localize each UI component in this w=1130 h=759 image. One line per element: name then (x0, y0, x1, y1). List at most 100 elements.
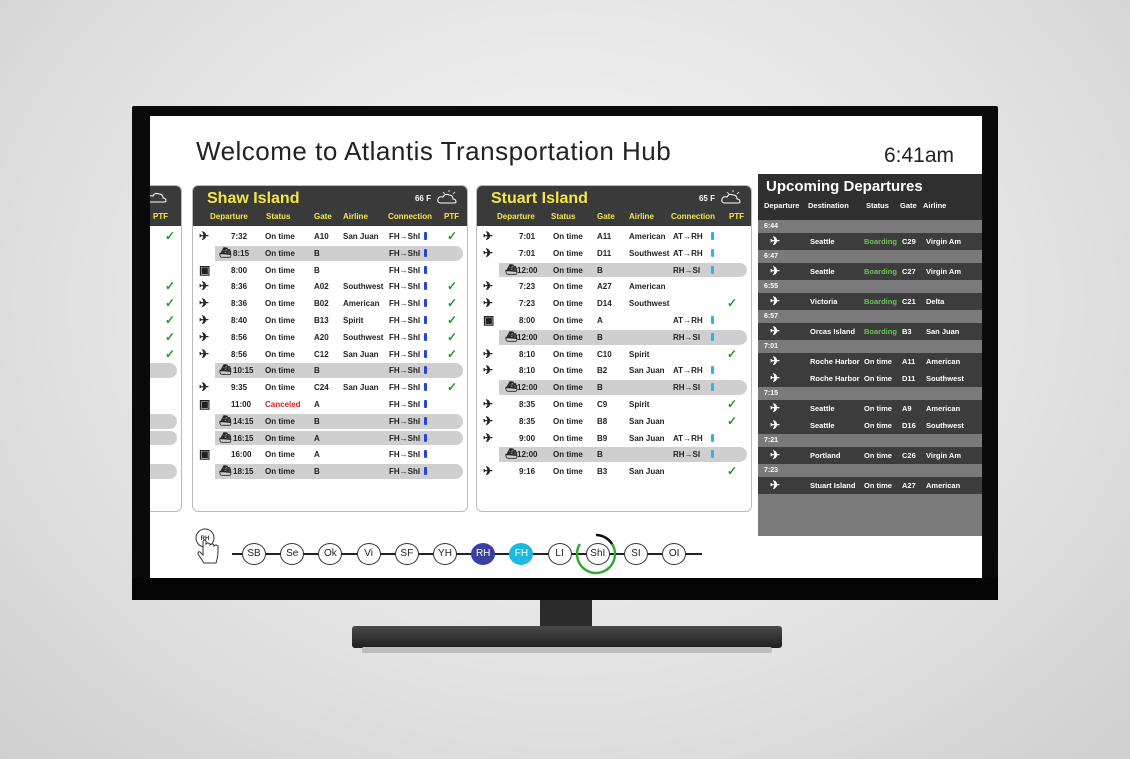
table-row[interactable]: ✈ 8:10 On time B2 San Juan AT→RH (477, 362, 751, 379)
route-stop-sb[interactable]: SB (242, 543, 266, 565)
route-stop-rh[interactable]: RH (471, 543, 496, 565)
status-text: On time (553, 399, 583, 409)
departure-time-group: 6:57 (758, 310, 982, 323)
plane-icon: ✈ (770, 401, 781, 415)
touch-hand-icon[interactable]: RH (194, 527, 222, 567)
connection-indicator (424, 416, 427, 425)
table-row: ✓ (150, 295, 181, 312)
ferry-icon: ⛴ (505, 449, 518, 461)
table-row[interactable]: ✈ 8:40 On time B13 Spirit FH→ShI ✓ (193, 312, 467, 329)
table-row[interactable]: ✈ 9:16 On time B3 San Juan ✓ (477, 463, 751, 480)
departure-time: 18:15 (233, 467, 254, 477)
table-row[interactable]: ⛴ 16:15 On time A FH→ShI (193, 430, 467, 447)
table-row[interactable]: ✈ 8:56 On time A20 Southwest FH→ShI ✓ (193, 329, 467, 346)
table-row[interactable]: ✈ 8:10 On time C10 Spirit ✓ (477, 346, 751, 363)
departure-row[interactable]: ✈ Seattle Boarding C29 Virgin Am (758, 233, 982, 250)
route-stop-vi[interactable]: Vi (356, 543, 381, 565)
table-row[interactable]: ✈ 7:23 On time A27 American (477, 278, 751, 295)
route-stop-si[interactable]: SI (624, 543, 648, 565)
departure-time: 8:35 (519, 399, 536, 409)
departure-row[interactable]: ✈ Roche Harbor On time D11 Southwest (758, 370, 982, 387)
plane-icon: ✈ (199, 279, 210, 294)
departure-row[interactable]: ✈ Stuart Island On time A27 American (758, 477, 982, 494)
departure-row[interactable]: ✈ Seattle On time D16 Southwest (758, 417, 982, 434)
status-text: Boarding (864, 297, 897, 306)
connection-text: FH→ShI (389, 332, 421, 342)
table-row[interactable]: ✈ 8:35 On time B8 San Juan ✓ (477, 413, 751, 430)
table-row[interactable]: ▣ 16:00 On time A FH→ShI (193, 446, 467, 463)
connection-text: FH→ShI (389, 265, 421, 275)
route-stop-yh[interactable]: YH (433, 543, 457, 565)
connection-indicator (711, 265, 714, 274)
table-row[interactable]: ⛴ 12:00 On time B RH→SI (477, 329, 751, 346)
ptf-check-icon: ✓ (447, 312, 458, 327)
ferry-row-band (150, 413, 177, 429)
departure-row[interactable]: ✈ Orcas Island Boarding B3 San Juan (758, 323, 982, 340)
table-row[interactable]: ✈ 7:01 On time A11 American AT→RH (477, 228, 751, 245)
table-row[interactable]: ⛴ 10:15 On time B FH→ShI (193, 362, 467, 379)
plane-icon: ✈ (483, 396, 494, 411)
table-row[interactable]: ✈ 7:32 On time A10 San Juan FH→ShI ✓ (193, 228, 467, 245)
table-row (150, 446, 181, 463)
route-stop-sf[interactable]: SF (394, 543, 419, 565)
table-row[interactable]: ▣ 8:00 On time B FH→ShI (193, 262, 467, 279)
departure-row[interactable]: ✈ Victoria Boarding C21 Delta (758, 293, 982, 310)
departure-row[interactable]: ✈ Portland On time C26 Virgin Am (758, 447, 982, 464)
table-row[interactable]: ✈ 9:00 On time B9 San Juan AT→RH (477, 430, 751, 447)
table-row[interactable]: ✈ 8:56 On time C12 San Juan FH→ShI ✓ (193, 346, 467, 363)
gate-text: B (597, 450, 603, 460)
table-row[interactable]: ⛴ 14:15 On time B FH→ShI (193, 413, 467, 430)
airline-text: Spirit (629, 349, 650, 359)
stuart-card-title: Stuart Island (491, 190, 588, 207)
route-stop-li[interactable]: LI (547, 543, 572, 565)
gate-text: D16 (902, 421, 916, 430)
upcoming-title: Upcoming Departures (766, 178, 923, 195)
route-stop-se[interactable]: Se (280, 543, 305, 565)
table-row[interactable]: ✈ 8:36 On time A02 Southwest FH→ShI ✓ (193, 278, 467, 295)
col-departure: Departure (497, 212, 535, 221)
table-row[interactable]: ✈ 8:36 On time B02 American FH→ShI ✓ (193, 295, 467, 312)
table-row[interactable]: ✈ 9:35 On time C24 San Juan FH→ShI ✓ (193, 379, 467, 396)
route-stop-fh[interactable]: FH (509, 543, 534, 565)
table-row[interactable]: ⛴ 18:15 On time B FH→ShI (193, 463, 467, 480)
status-text: On time (553, 349, 583, 359)
table-row[interactable]: ⛴ 8:15 On time B FH→ShI (193, 245, 467, 262)
table-row[interactable]: ⛴ 12:00 On time B RH→SI (477, 379, 751, 396)
col-gate: Gate (314, 212, 332, 221)
route-stop-ok[interactable]: Ok (318, 543, 343, 565)
departure-time: 8:56 (231, 349, 248, 359)
table-row: ✓ (150, 278, 181, 295)
airline-text: Virgin Am (926, 237, 962, 246)
connection-text: FH→ShI (389, 450, 421, 460)
connection-indicator (711, 232, 714, 240)
departure-row[interactable]: ✈ Roche Harbor On time A11 American (758, 353, 982, 370)
status-text: On time (265, 416, 295, 426)
departure-row[interactable]: ✈ Seattle On time A9 American (758, 400, 982, 417)
route-stop-oi[interactable]: OI (662, 543, 687, 565)
table-row (150, 245, 181, 262)
table-row[interactable]: ✈ 7:01 On time D11 Southwest AT→RH (477, 245, 751, 262)
connection-indicator (424, 349, 427, 358)
airline-text: San Juan (926, 327, 960, 336)
connection-text: FH→ShI (389, 399, 421, 409)
table-row[interactable]: ✈ 7:23 On time D14 Southwest ✓ (477, 295, 751, 312)
ferry-icon: ⛴ (219, 466, 232, 478)
route-stop-shi[interactable]: ShI (585, 543, 610, 565)
status-text: On time (265, 467, 295, 477)
ptf-check-icon: ✓ (447, 296, 458, 311)
ptf-check-icon: ✓ (165, 279, 176, 294)
departure-row[interactable]: ✈ Seattle Boarding C27 Virgin Am (758, 263, 982, 280)
table-row[interactable]: ▣ 11:00 Canceled A FH→ShI (193, 396, 467, 413)
airline-text: Southwest (629, 248, 670, 258)
departure-time: 7:23 (519, 282, 536, 292)
departure-time: 16:00 (231, 450, 252, 460)
connection-text: FH→ShI (389, 282, 421, 292)
table-row[interactable]: ⛴ 12:00 On time B RH→SI (477, 446, 751, 463)
airline-text: San Juan (629, 416, 665, 426)
table-row[interactable]: ✈ 8:35 On time C9 Spirit ✓ (477, 396, 751, 413)
table-row[interactable]: ▣ 8:00 On time A AT→RH (477, 312, 751, 329)
table-row[interactable]: ⛴ 12:00 On time B RH→SI (477, 262, 751, 279)
welcome-title: Welcome to Atlantis Transportation Hub (196, 136, 672, 166)
gate-text: A02 (314, 282, 329, 292)
airline-text: Southwest (343, 282, 384, 292)
